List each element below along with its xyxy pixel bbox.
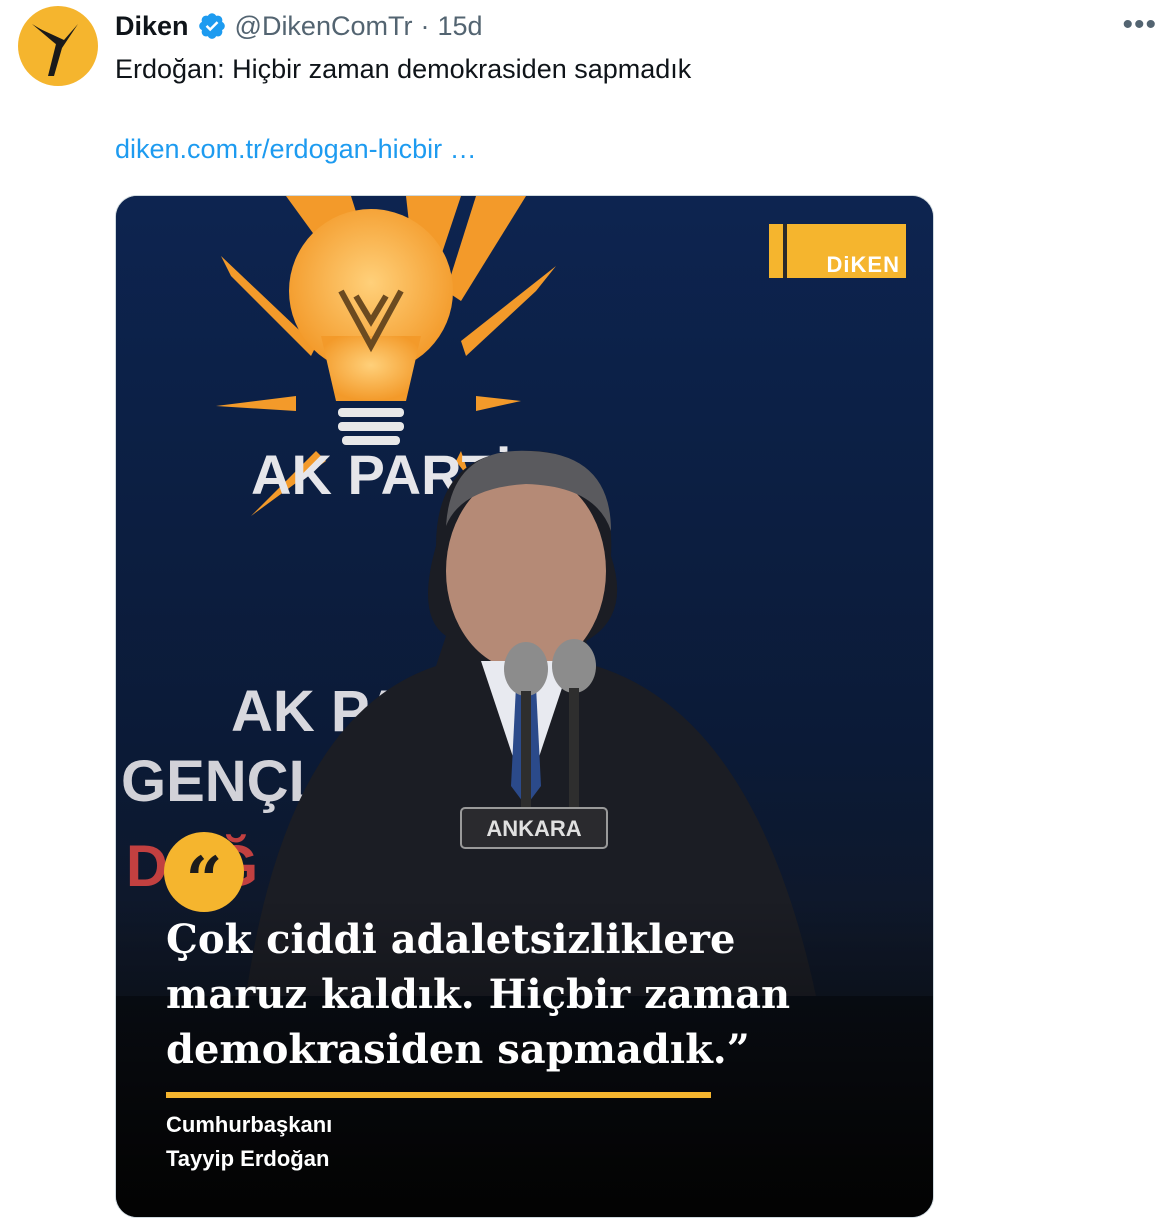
quote-text: Çok ciddi adaletsizliklere maruz kaldık.… <box>166 916 791 1073</box>
diken-logo-badge: DiKEN <box>769 224 906 278</box>
timestamp[interactable]: 15d <box>437 11 482 42</box>
tweet-link[interactable]: diken.com.tr/erdogan-hicbir … <box>115 134 477 165</box>
tweet-text: Erdoğan: Hiçbir zaman demokrasiden sapma… <box>115 54 692 84</box>
attribution-title: Cumhurbaşkanı <box>166 1112 333 1137</box>
attribution-name: Tayyip Erdoğan <box>166 1146 330 1171</box>
lectern-sign: ANKARA <box>486 816 581 841</box>
thorn-bar <box>783 224 787 278</box>
quote-attribution: Cumhurbaşkanı Tayyip Erdoğan <box>166 1108 332 1176</box>
author-handle[interactable]: @DikenComTr <box>235 11 413 42</box>
quote-underline <box>166 1092 711 1098</box>
diken-logo-text: DiKEN <box>826 252 900 277</box>
author-name[interactable]: Diken <box>115 11 189 42</box>
tweet-media-image[interactable]: AK PARTİ AK PAR GENÇLİ DOĞ ANKARA DiKEN … <box>115 195 934 1218</box>
avatar[interactable] <box>18 6 98 86</box>
separator: · <box>420 10 430 41</box>
quote-mark-icon: “ <box>164 832 244 913</box>
diken-logo-icon <box>32 24 78 76</box>
verified-badge-icon <box>198 13 225 39</box>
more-horizontal-icon[interactable]: ••• <box>1122 8 1157 42</box>
tweet-header: Diken @DikenComTr · 15d <box>115 6 483 46</box>
